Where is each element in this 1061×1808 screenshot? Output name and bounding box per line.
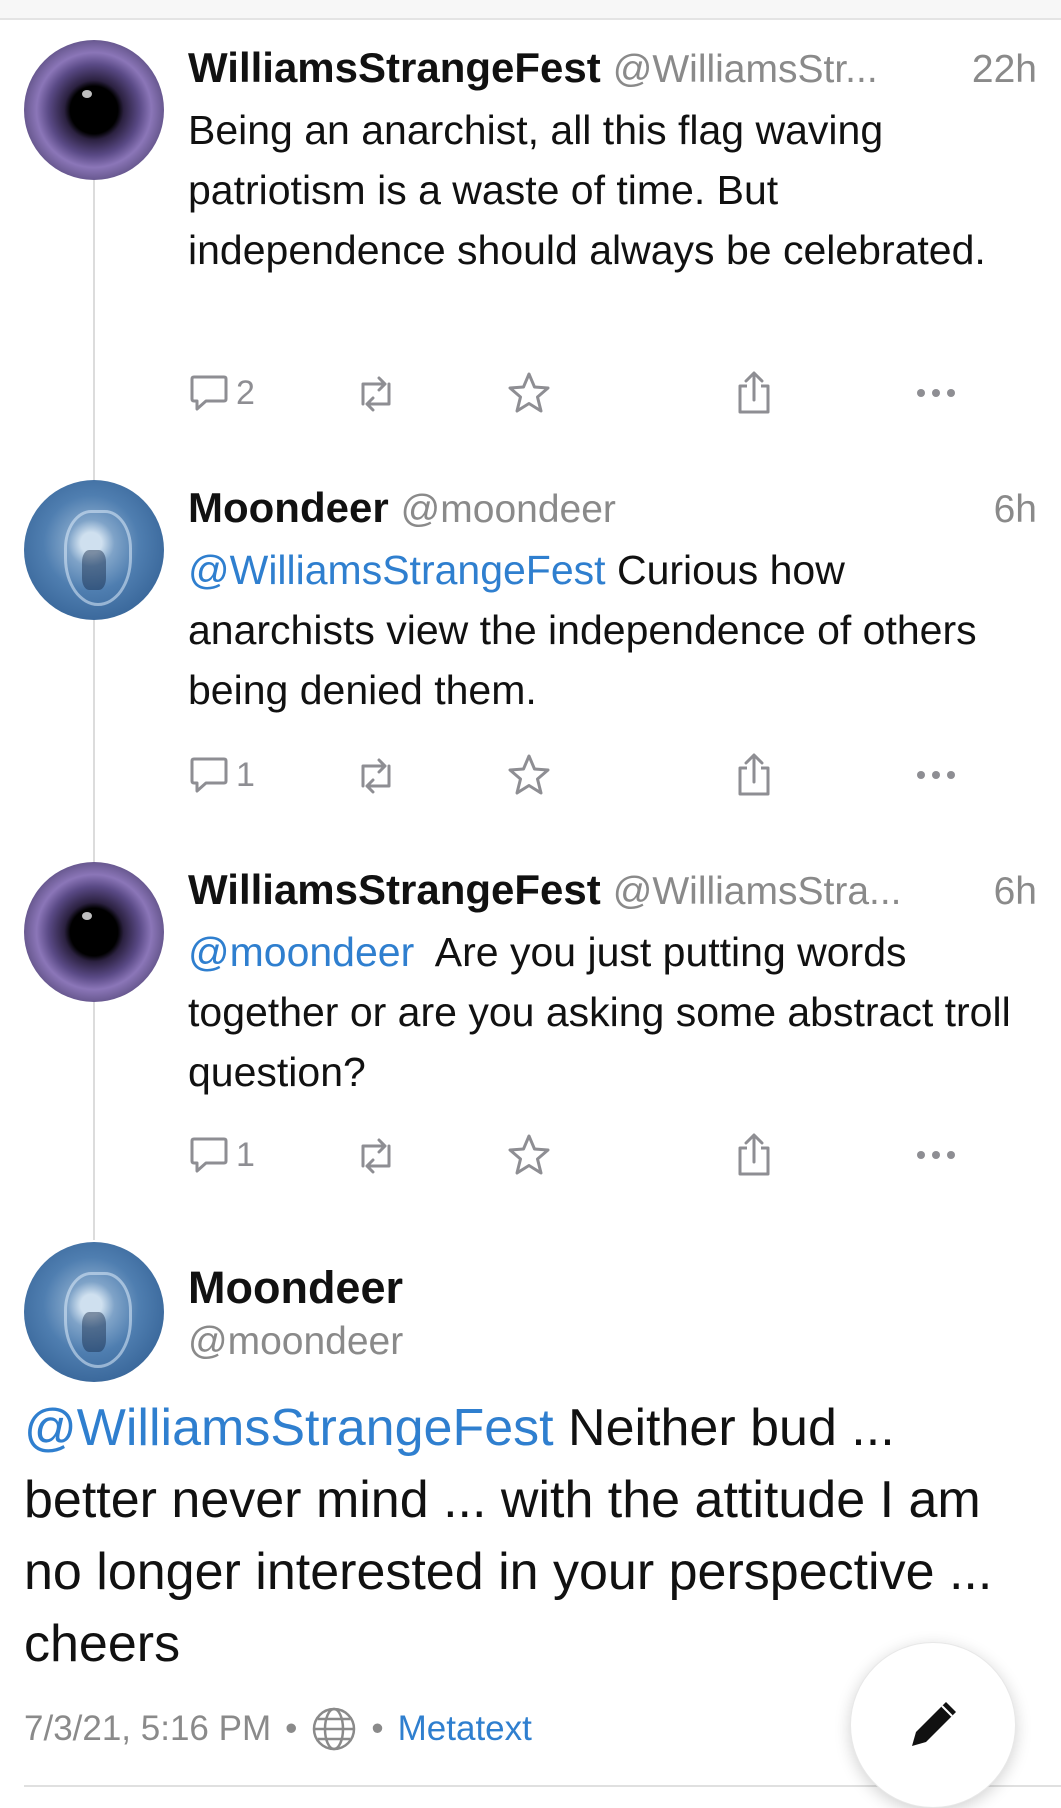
reply-button[interactable]: 1 [188, 750, 255, 800]
reply-button[interactable]: 2 [188, 368, 255, 418]
account-handle[interactable]: @moondeer [188, 1320, 403, 1364]
reply-count: 2 [236, 373, 255, 412]
post-text: @WilliamsStrangeFest Curious how anarchi… [188, 540, 1037, 720]
post-text: Being an anarchist, all this flag waving… [188, 100, 1037, 280]
boost-button[interactable] [351, 750, 399, 800]
globe-icon [313, 1707, 356, 1751]
share-button[interactable] [733, 1130, 775, 1180]
reply-icon [190, 375, 228, 411]
star-icon [508, 372, 550, 413]
boost-icon [361, 376, 391, 412]
share-icon [738, 753, 770, 796]
post-time: 6h [993, 488, 1037, 531]
post-text: @WilliamsStrangeFest Neither bud ... bet… [24, 1392, 1024, 1680]
post-time: 22h [971, 48, 1037, 91]
avatar[interactable] [24, 1242, 164, 1382]
top-bar [0, 0, 1061, 20]
post-timestamp: 7/3/21, 5:16 PM [24, 1709, 272, 1748]
pencil-icon [912, 1702, 956, 1746]
post-text: @moondeer Are you just putting words tog… [188, 922, 1037, 1102]
account-handle[interactable]: @moondeer [401, 488, 984, 532]
meta-separator: • [285, 1709, 298, 1748]
favorite-button[interactable] [506, 750, 552, 800]
post-time: 6h [993, 870, 1037, 913]
favorite-button[interactable] [506, 1130, 552, 1180]
display-name[interactable]: Moondeer [188, 484, 389, 532]
client-link[interactable]: Metatext [398, 1709, 532, 1749]
more-button[interactable] [915, 750, 957, 800]
display-name[interactable]: WilliamsStrangeFest [188, 44, 601, 92]
mention-link[interactable]: @WilliamsStrangeFest [188, 547, 606, 593]
display-name[interactable]: WilliamsStrangeFest [188, 866, 601, 914]
post-header: Moondeer @moondeer 6h [188, 484, 1037, 534]
account-handle[interactable]: @WilliamsStr... [613, 48, 962, 92]
share-button[interactable] [733, 750, 775, 800]
reply-count: 1 [236, 755, 255, 794]
post-header: WilliamsStrangeFest @WilliamsStr... 22h [188, 44, 1037, 94]
share-button[interactable] [733, 368, 775, 418]
star-icon [508, 1134, 550, 1175]
more-icon [917, 389, 955, 397]
share-icon [738, 371, 770, 414]
favorite-button[interactable] [506, 368, 552, 418]
post-actions: 1 [188, 1130, 988, 1180]
boost-button[interactable] [351, 368, 399, 418]
reply-count: 1 [236, 1135, 255, 1174]
compose-button[interactable] [850, 1642, 1016, 1808]
post-text-content: Being an anarchist, all this flag waving… [188, 107, 986, 273]
reply-button[interactable]: 1 [188, 1130, 255, 1180]
reply-icon [190, 757, 228, 793]
star-icon [508, 754, 550, 795]
boost-button[interactable] [351, 1130, 399, 1180]
more-icon [917, 771, 955, 779]
reply-icon [190, 1137, 228, 1173]
post-actions: 2 [188, 368, 988, 418]
more-button[interactable] [915, 1130, 957, 1180]
more-icon [917, 1151, 955, 1159]
meta-separator: • [371, 1709, 384, 1748]
mention-link[interactable]: @moondeer [188, 929, 414, 975]
mention-link[interactable]: @WilliamsStrangeFest [24, 1399, 554, 1457]
post-header: WilliamsStrangeFest @WilliamsStra... 6h [188, 866, 1037, 916]
account-handle[interactable]: @WilliamsStra... [613, 870, 984, 914]
more-button[interactable] [915, 368, 957, 418]
avatar[interactable] [24, 480, 164, 620]
thread-connector-line [93, 180, 95, 1240]
boost-icon [361, 758, 391, 794]
post-meta: 7/3/21, 5:16 PM • • Metatext [24, 1702, 532, 1756]
boost-icon [361, 1138, 391, 1174]
post-actions: 1 [188, 750, 988, 800]
display-name[interactable]: Moondeer [188, 1262, 403, 1314]
avatar[interactable] [24, 862, 164, 1002]
share-icon [738, 1133, 770, 1176]
avatar[interactable] [24, 40, 164, 180]
